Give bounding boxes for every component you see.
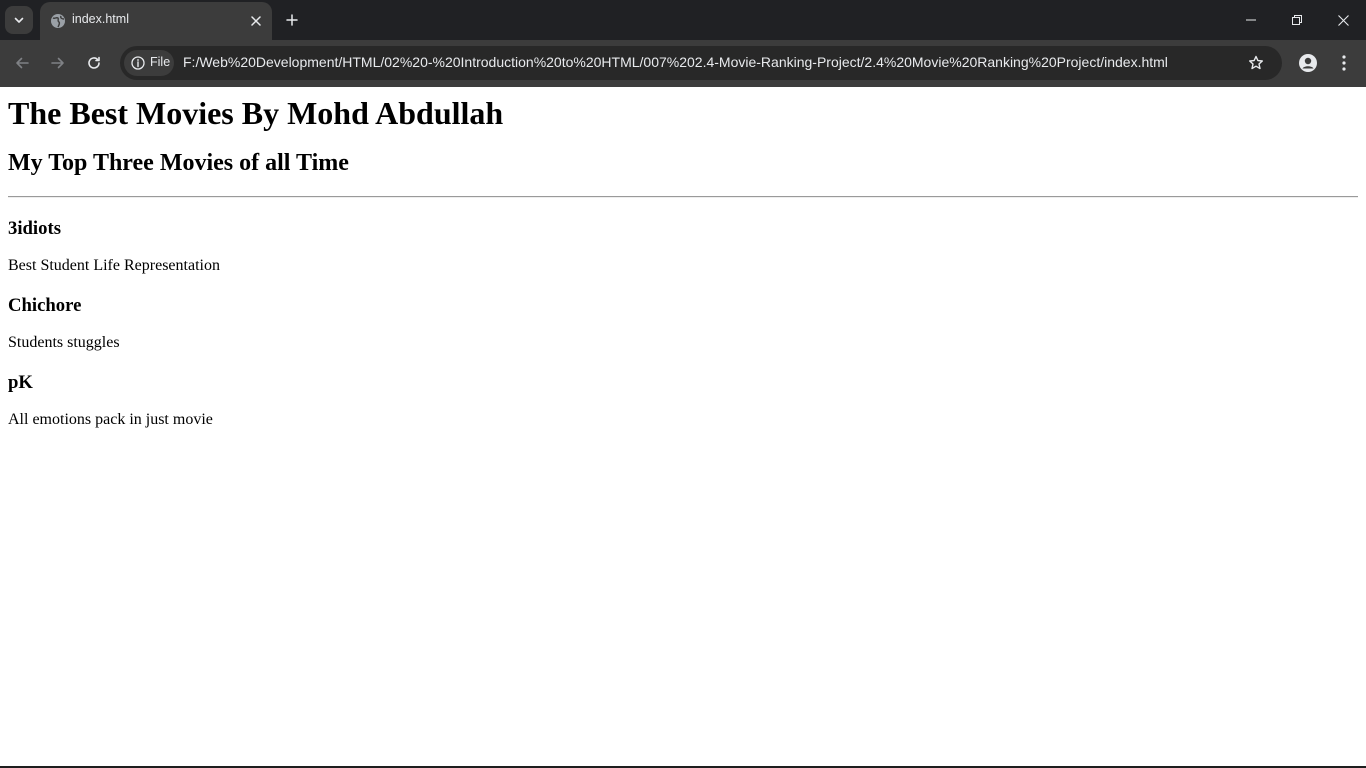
star-icon xyxy=(1249,55,1263,70)
browser-window: index.html File F:/Web%20Development/HTM… xyxy=(0,0,1366,768)
site-info-label: File xyxy=(150,55,171,69)
url-text[interactable]: F:/Web%20Development/HTML/02%20-%20Intro… xyxy=(183,54,1168,70)
minimize-button[interactable] xyxy=(1228,0,1274,40)
info-icon xyxy=(131,56,145,70)
tab-title: index.html xyxy=(72,12,129,26)
profile-button[interactable] xyxy=(1294,49,1322,77)
back-button[interactable] xyxy=(8,49,36,77)
movie-title-3: pK xyxy=(8,372,33,393)
window-close-button[interactable] xyxy=(1320,0,1366,40)
minimize-icon xyxy=(1246,19,1256,21)
tab-active[interactable]: index.html xyxy=(40,2,272,40)
reload-icon xyxy=(88,56,100,69)
arrow-left-icon xyxy=(16,57,29,69)
globe-icon xyxy=(51,14,65,28)
arrow-right-icon xyxy=(51,57,64,69)
site-info-chip[interactable]: File xyxy=(124,50,174,76)
movie-description-3: All emotions pack in just movie xyxy=(8,411,213,428)
movie-description-2: Students stuggles xyxy=(8,334,120,351)
close-icon xyxy=(1337,14,1349,26)
page-subtitle: My Top Three Movies of all Time xyxy=(8,150,349,176)
page-viewport: The Best Movies By Mohd Abdullah My Top … xyxy=(0,87,1366,768)
address-bar[interactable]: File F:/Web%20Development/HTML/02%20-%20… xyxy=(120,46,1282,80)
tab-search-button[interactable] xyxy=(5,6,33,34)
plus-icon xyxy=(286,14,298,26)
restore-icon xyxy=(1292,15,1302,25)
divider xyxy=(8,196,1358,198)
browser-menu-button[interactable] xyxy=(1330,49,1358,77)
new-tab-button[interactable] xyxy=(280,8,304,32)
page-title: The Best Movies By Mohd Abdullah xyxy=(8,95,504,131)
bookmark-button[interactable] xyxy=(1246,53,1266,73)
page-body: The Best Movies By Mohd Abdullah My Top … xyxy=(0,95,1366,429)
close-icon xyxy=(251,16,261,26)
movie-title-2: Chichore xyxy=(8,295,82,316)
movie-description-1: Best Student Life Representation xyxy=(8,257,220,274)
kebab-menu-icon xyxy=(1342,55,1346,71)
reload-button[interactable] xyxy=(80,49,108,77)
forward-button[interactable] xyxy=(44,49,72,77)
tab-close-button[interactable] xyxy=(246,11,266,31)
toolbar: File F:/Web%20Development/HTML/02%20-%20… xyxy=(0,40,1366,87)
tab-strip: index.html xyxy=(0,0,1366,40)
movie-title-1: 3idiots xyxy=(8,218,61,239)
person-icon xyxy=(1299,54,1317,72)
chevron-down-icon xyxy=(14,17,24,23)
restore-button[interactable] xyxy=(1274,0,1320,40)
